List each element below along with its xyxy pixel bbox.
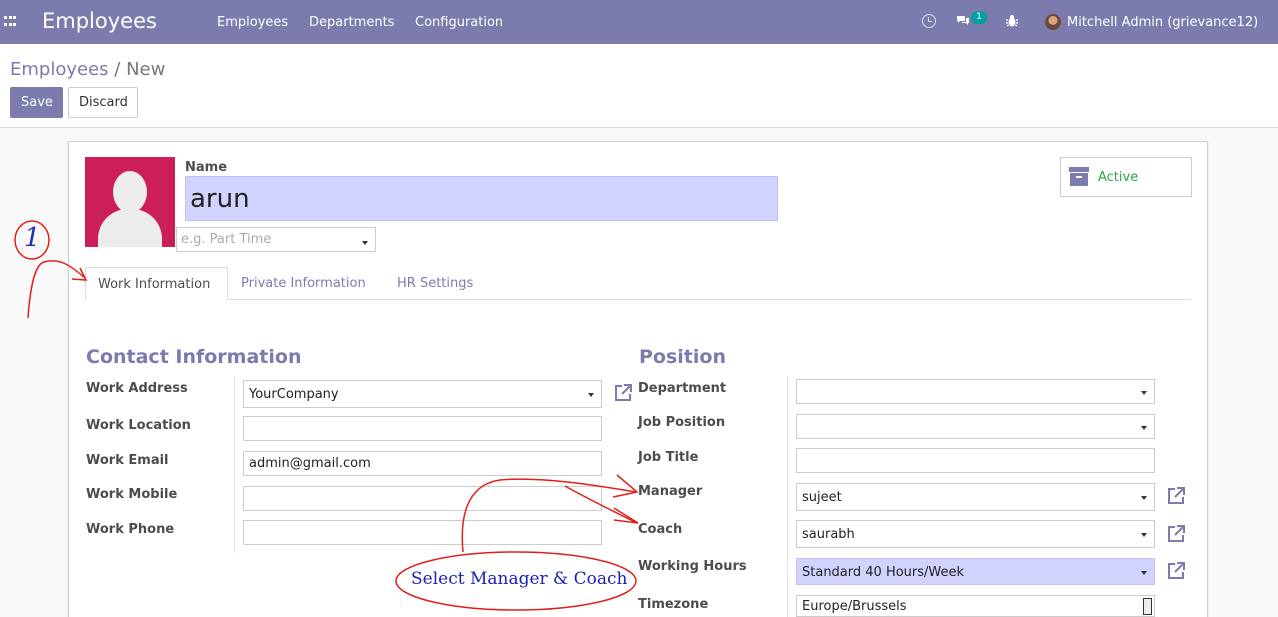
external-link-icon[interactable]	[1166, 561, 1186, 581]
tab-hr-settings[interactable]: HR Settings	[385, 267, 485, 300]
chat-icon[interactable]	[956, 15, 970, 27]
department-label: Department	[638, 381, 727, 396]
chevron-down-icon	[1143, 598, 1152, 615]
work-email-label: Work Email	[86, 453, 169, 468]
step-number: 1	[24, 223, 41, 253]
work-location-label: Work Location	[86, 418, 191, 433]
work-mobile-input[interactable]	[243, 486, 602, 511]
external-link-icon[interactable]	[613, 383, 633, 403]
timezone-value: Europe/Brussels	[802, 599, 907, 614]
position-title: Position	[639, 346, 726, 368]
breadcrumb: Employees / New	[10, 59, 165, 80]
work-phone-label: Work Phone	[86, 522, 175, 537]
department-select[interactable]	[796, 379, 1155, 404]
job-position-label: Job Position	[638, 415, 726, 430]
chevron-down-icon	[1141, 533, 1147, 537]
name-input[interactable]: arun	[185, 176, 778, 221]
chevron-down-icon	[1141, 496, 1147, 500]
timezone-select[interactable]: Europe/Brussels	[796, 595, 1155, 617]
chevron-down-icon	[1141, 391, 1147, 395]
menu-departments[interactable]: Departments	[309, 15, 394, 30]
work-email-input[interactable]: admin@gmail.com	[243, 451, 602, 476]
coach-value: saurabh	[802, 527, 855, 542]
job-title-input[interactable]	[796, 448, 1155, 473]
external-link-icon[interactable]	[1166, 486, 1186, 506]
manager-select[interactable]: sujeet	[796, 483, 1155, 511]
work-address-label: Work Address	[86, 381, 188, 396]
active-label: Active	[1098, 170, 1139, 185]
job-position-select[interactable]	[796, 414, 1155, 439]
work-address-select[interactable]: YourCompany	[243, 380, 602, 408]
working-hours-select[interactable]: Standard 40 Hours/Week	[796, 558, 1155, 585]
name-label: Name	[185, 160, 228, 175]
contact-divider	[234, 376, 235, 553]
tag-placeholder: e.g. Part Time	[181, 232, 272, 247]
menu-employees[interactable]: Employees	[217, 15, 288, 30]
work-address-value: YourCompany	[249, 387, 339, 402]
photo-placeholder-body	[98, 209, 162, 247]
bug-icon[interactable]	[1005, 14, 1019, 28]
active-toggle-button[interactable]: Active	[1060, 157, 1192, 197]
timezone-label: Timezone	[638, 597, 709, 612]
chevron-down-icon	[1141, 426, 1147, 430]
photo-placeholder-head	[113, 171, 147, 213]
coach-label: Coach	[638, 522, 683, 537]
working-hours-label: Working Hours	[638, 559, 747, 574]
breadcrumb-current: New	[126, 59, 166, 80]
employee-photo[interactable]	[85, 157, 175, 247]
chevron-down-icon	[362, 241, 368, 245]
external-link-icon[interactable]	[1166, 524, 1186, 544]
user-menu[interactable]: Mitchell Admin (grievance12)	[1067, 15, 1258, 30]
control-panel: Employees / New Save Discard	[0, 44, 1278, 128]
save-button[interactable]: Save	[10, 87, 63, 118]
tab-work-information[interactable]: Work Information	[85, 267, 228, 300]
manager-label: Manager	[638, 484, 703, 499]
tab-private-information[interactable]: Private Information	[229, 267, 378, 300]
clock-icon[interactable]	[922, 14, 936, 28]
avatar[interactable]	[1045, 14, 1061, 30]
work-location-input[interactable]	[243, 416, 602, 441]
work-mobile-label: Work Mobile	[86, 487, 178, 502]
chat-badge: 1	[971, 11, 987, 24]
working-hours-value: Standard 40 Hours/Week	[802, 565, 965, 580]
chevron-down-icon	[1141, 571, 1147, 575]
app-brand: Employees	[42, 9, 157, 33]
contact-information-title: Contact Information	[86, 346, 302, 368]
job-title-label: Job Title	[638, 450, 699, 465]
apps-icon[interactable]	[4, 16, 17, 28]
menu-configuration[interactable]: Configuration	[415, 15, 503, 30]
chevron-down-icon	[588, 393, 594, 397]
breadcrumb-separator: /	[114, 59, 121, 80]
manager-value: sujeet	[802, 490, 842, 505]
tag-select[interactable]: e.g. Part Time	[176, 227, 376, 252]
breadcrumb-parent[interactable]: Employees	[10, 59, 109, 80]
archive-icon	[1069, 167, 1089, 186]
annotation-note: Select Manager & Coach	[411, 569, 628, 589]
position-divider	[787, 376, 788, 617]
discard-button[interactable]: Discard	[68, 87, 138, 118]
top-navbar: Employees Employees Departments Configur…	[0, 0, 1278, 44]
work-phone-input[interactable]	[243, 520, 602, 545]
coach-select[interactable]: saurabh	[796, 520, 1155, 548]
